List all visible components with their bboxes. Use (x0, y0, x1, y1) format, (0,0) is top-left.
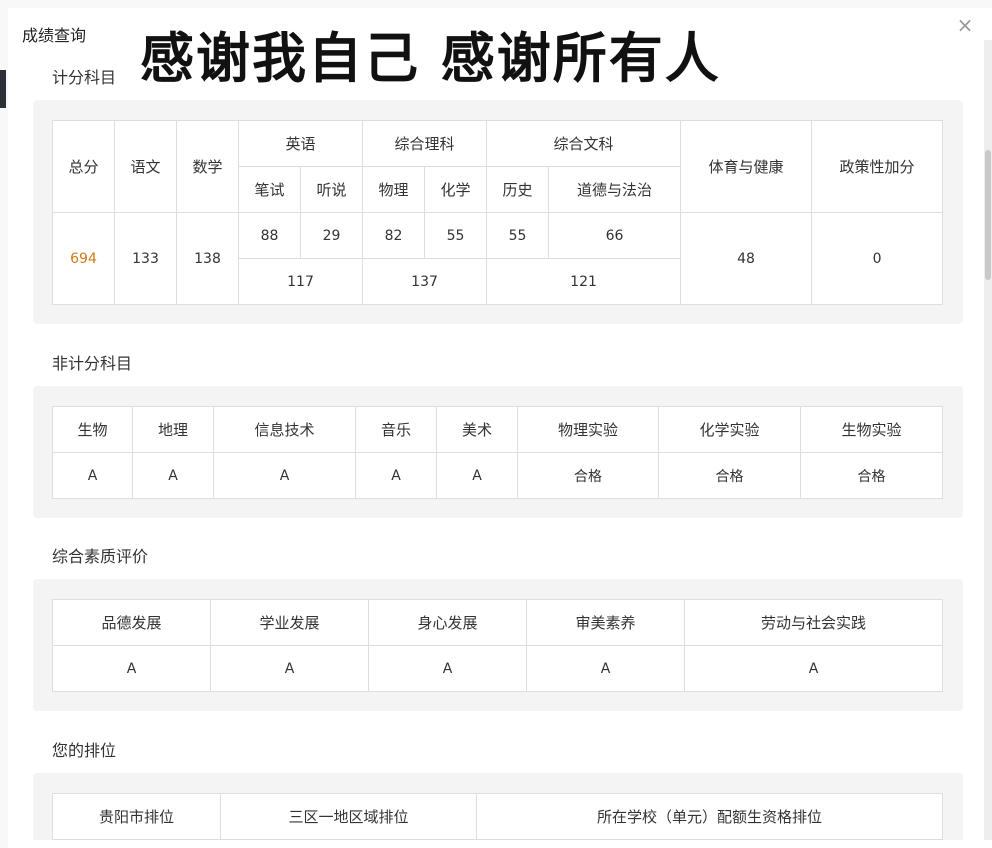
quality-header-cell: 劳动与社会实践 (684, 599, 943, 646)
ranking-header-row: 贵阳市排位 三区一地区域排位 所在学校（单元）配额生资格排位 (52, 793, 943, 840)
nonscored-value-cell: A (132, 452, 214, 499)
quality-header-cell: 审美素养 (526, 599, 685, 646)
value-physics: 82 (362, 212, 426, 259)
value-bonus: 0 (811, 212, 944, 305)
section-title-quality: 综合素质评价 (52, 547, 149, 566)
value-morality: 66 (548, 212, 682, 259)
quality-value-cell: A (52, 645, 211, 692)
ranking-panel: 贵阳市排位 三区一地区域排位 所在学校（单元）配额生资格排位 (33, 773, 963, 840)
header-physics: 物理 (362, 166, 426, 213)
value-english-written: 88 (238, 212, 301, 259)
quality-value-cell: A (210, 645, 369, 692)
header-english-oral: 听说 (299, 166, 364, 213)
value-total: 694 (52, 212, 115, 305)
nonscored-header-cell: 地理 (132, 406, 214, 453)
header-liberal: 综合文科 (486, 120, 682, 167)
nonscored-header-cell: 生物实验 (800, 406, 943, 453)
value-history: 55 (486, 212, 550, 259)
nonscored-table: 生物 地理 信息技术 音乐 美术 物理实验 化学实验 生物实验 A A A A … (52, 406, 943, 499)
nonscored-value-cell: 合格 (517, 452, 659, 499)
scrollbar-thumb[interactable] (985, 150, 991, 280)
quality-header-cell: 品德发展 (52, 599, 211, 646)
value-liberal-sum: 121 (486, 258, 682, 305)
nonscored-header-cell: 信息技术 (213, 406, 356, 453)
header-english-written: 笔试 (238, 166, 301, 213)
ranking-header-region: 三区一地区域排位 (220, 793, 477, 840)
section-title-nonscored: 非计分科目 (52, 354, 133, 373)
quality-header-cell: 身心发展 (368, 599, 527, 646)
quality-panel: 品德发展 学业发展 身心发展 审美素养 劳动与社会实践 A A A A A (33, 579, 963, 711)
nonscored-header-cell: 物理实验 (517, 406, 659, 453)
nonscored-panel: 生物 地理 信息技术 音乐 美术 物理实验 化学实验 生物实验 A A A A … (33, 386, 963, 518)
nonscored-header-cell: 化学实验 (658, 406, 801, 453)
header-chinese: 语文 (114, 120, 177, 213)
nonscored-header-cell: 音乐 (355, 406, 437, 453)
nonscored-value-cell: A (436, 452, 518, 499)
header-science: 综合理科 (362, 120, 488, 167)
scored-panel: 总分 语文 数学 英语 综合理科 综合文科 体育与健康 政策性加分 笔试 听说 … (33, 100, 963, 324)
close-icon[interactable]: × (956, 15, 974, 35)
quality-value-cell: A (526, 645, 685, 692)
nonscored-value-cell: A (355, 452, 437, 499)
background-strip (0, 70, 6, 108)
scored-value-row-1: 694 133 138 88 29 82 55 55 66 48 0 (52, 212, 944, 305)
value-science-sum: 137 (362, 258, 488, 305)
ranking-header-school: 所在学校（单元）配额生资格排位 (476, 793, 943, 840)
header-bonus: 政策性加分 (811, 120, 944, 213)
value-pe: 48 (680, 212, 813, 305)
nonscored-value-cell: A (213, 452, 356, 499)
value-chinese: 133 (114, 212, 177, 305)
ranking-header-city: 贵阳市排位 (52, 793, 221, 840)
nonscored-value-cell: 合格 (800, 452, 943, 499)
quality-table: 品德发展 学业发展 身心发展 审美素养 劳动与社会实践 A A A A A (52, 599, 943, 692)
quality-value-row: A A A A A (52, 645, 943, 692)
header-math: 数学 (176, 120, 239, 213)
scored-table: 总分 语文 数学 英语 综合理科 综合文科 体育与健康 政策性加分 笔试 听说 … (52, 120, 944, 305)
nonscored-header-cell: 生物 (52, 406, 133, 453)
value-english-sum: 117 (237, 258, 364, 305)
quality-value-cell: A (684, 645, 943, 692)
nonscored-value-cell: 合格 (658, 452, 801, 499)
nonscored-header-row: 生物 地理 信息技术 音乐 美术 物理实验 化学实验 生物实验 (52, 406, 943, 453)
modal-title: 成绩查询 (22, 26, 87, 45)
header-morality: 道德与法治 (548, 166, 682, 213)
value-english-oral: 29 (299, 212, 364, 259)
quality-header-row: 品德发展 学业发展 身心发展 审美素养 劳动与社会实践 (52, 599, 943, 646)
quality-header-cell: 学业发展 (210, 599, 369, 646)
ranking-table: 贵阳市排位 三区一地区域排位 所在学校（单元）配额生资格排位 (52, 793, 943, 840)
quality-value-cell: A (368, 645, 527, 692)
nonscored-value-cell: A (52, 452, 133, 499)
header-pe: 体育与健康 (680, 120, 813, 213)
overlay-caption: 感谢我自己 感谢所有人 (140, 27, 721, 90)
nonscored-value-row: A A A A A 合格 合格 合格 (52, 452, 943, 499)
section-title-ranking: 您的排位 (52, 741, 117, 760)
value-math: 138 (176, 212, 239, 305)
section-title-scored: 计分科目 (52, 68, 117, 87)
header-english: 英语 (237, 120, 364, 167)
value-chemistry: 55 (424, 212, 488, 259)
nonscored-header-cell: 美术 (436, 406, 518, 453)
header-total: 总分 (52, 120, 115, 213)
scored-header-row-1: 总分 语文 数学 英语 综合理科 综合文科 体育与健康 政策性加分 (52, 120, 944, 213)
header-chemistry: 化学 (424, 166, 488, 213)
header-history: 历史 (486, 166, 550, 213)
